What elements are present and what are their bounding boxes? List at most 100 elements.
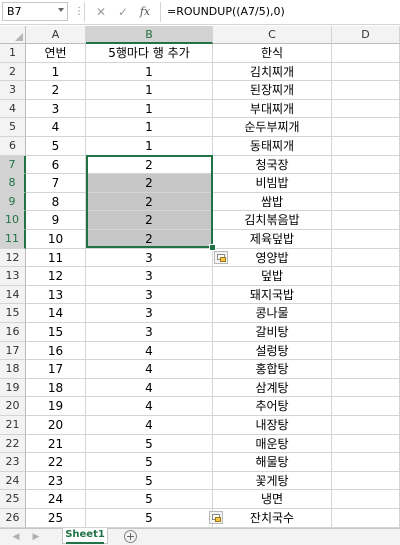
row-header[interactable]: 2 xyxy=(0,62,26,82)
cell-b[interactable]: 5 xyxy=(86,434,213,454)
cell-c[interactable]: 순두부찌개 xyxy=(213,118,332,137)
cell-c[interactable]: 한식 xyxy=(213,44,332,63)
row-header[interactable]: 24 xyxy=(0,471,26,491)
cell-c[interactable]: 김치볶음밥 xyxy=(213,211,332,230)
cell-a[interactable]: 3 xyxy=(26,99,86,119)
column-header-d[interactable]: D xyxy=(332,26,400,44)
cell-a[interactable]: 5 xyxy=(26,137,86,156)
cell-a[interactable]: 22 xyxy=(26,453,86,472)
row-header[interactable]: 4 xyxy=(0,99,26,119)
cell-a[interactable]: 9 xyxy=(26,211,86,230)
cell-c[interactable]: 영양밥 xyxy=(213,248,332,268)
cell-b[interactable]: 3 xyxy=(86,285,213,305)
row-header[interactable]: 6 xyxy=(0,137,26,156)
cell-d[interactable] xyxy=(332,267,400,286)
cell-a[interactable]: 17 xyxy=(26,360,86,379)
cell-c[interactable]: 돼지국밥 xyxy=(213,285,332,305)
cell-a[interactable]: 20 xyxy=(26,416,86,435)
cell-d[interactable] xyxy=(332,62,400,82)
cell-c[interactable]: 부대찌개 xyxy=(213,99,332,119)
cell-b[interactable]: 5 xyxy=(86,490,213,509)
cell-a[interactable]: 6 xyxy=(26,155,86,175)
row-header[interactable]: 17 xyxy=(0,341,26,361)
cell-b[interactable]: 1 xyxy=(86,137,213,156)
row-header[interactable]: 13 xyxy=(0,267,26,286)
row-header[interactable]: 7 xyxy=(0,155,26,175)
row-header[interactable]: 18 xyxy=(0,360,26,379)
row-header[interactable]: 15 xyxy=(0,304,26,323)
next-sheet-icon[interactable]: ▶ xyxy=(30,530,42,544)
cell-b[interactable]: 1 xyxy=(86,118,213,137)
cell-b[interactable]: 4 xyxy=(86,397,213,416)
add-sheet-icon[interactable]: + xyxy=(124,530,137,543)
cell-b[interactable]: 5 xyxy=(86,453,213,472)
formula-input[interactable]: =ROUNDUP((A7/5),0) xyxy=(160,2,398,22)
formula-bar-grip-icon[interactable]: ⋮ xyxy=(74,5,84,19)
cell-c[interactable]: 제육덮밥 xyxy=(213,230,332,249)
cell-c[interactable]: 덮밥 xyxy=(213,267,332,286)
insert-function-icon[interactable]: fx xyxy=(136,3,154,21)
name-box-dropdown-icon[interactable] xyxy=(58,8,64,12)
cell-c[interactable]: 삼계탕 xyxy=(213,378,332,398)
cell-c[interactable]: 홍합탕 xyxy=(213,360,332,379)
cell-a[interactable]: 4 xyxy=(26,118,86,137)
cell-a[interactable]: 18 xyxy=(26,378,86,398)
cell-a[interactable]: 23 xyxy=(26,471,86,491)
cell-d[interactable] xyxy=(332,248,400,268)
cell-a[interactable]: 2 xyxy=(26,81,86,100)
cell-d[interactable] xyxy=(332,434,400,454)
cell-d[interactable] xyxy=(332,137,400,156)
cell-d[interactable] xyxy=(332,304,400,323)
cell-b[interactable]: 4 xyxy=(86,378,213,398)
cell-a[interactable]: 25 xyxy=(26,509,86,528)
cell-c[interactable]: 꽃게탕 xyxy=(213,471,332,491)
cell-b[interactable]: 1 xyxy=(86,81,213,100)
cell-c[interactable]: 청국장 xyxy=(213,155,332,175)
row-header[interactable]: 21 xyxy=(0,416,26,435)
cell-d[interactable] xyxy=(332,155,400,175)
cell-d[interactable] xyxy=(332,81,400,100)
row-header[interactable]: 10 xyxy=(0,211,26,230)
cell-b[interactable]: 3 xyxy=(86,323,213,342)
cell-b[interactable]: 2 xyxy=(86,174,213,193)
paste-options-icon[interactable] xyxy=(209,511,223,524)
row-header[interactable]: 25 xyxy=(0,490,26,509)
cell-c[interactable]: 쌈밥 xyxy=(213,192,332,212)
column-header-a[interactable]: A xyxy=(26,26,86,44)
row-header[interactable]: 8 xyxy=(0,174,26,193)
cell-a[interactable]: 10 xyxy=(26,230,86,249)
cell-d[interactable] xyxy=(332,341,400,361)
cell-c[interactable]: 된장찌개 xyxy=(213,81,332,100)
quick-analysis-icon[interactable] xyxy=(214,251,228,264)
cell-a[interactable]: 1 xyxy=(26,62,86,82)
cell-d[interactable] xyxy=(332,174,400,193)
cell-b[interactable]: 3 xyxy=(86,304,213,323)
cell-b[interactable]: 1 xyxy=(86,99,213,119)
cell-a[interactable]: 13 xyxy=(26,285,86,305)
cell-a[interactable]: 8 xyxy=(26,192,86,212)
row-header[interactable]: 3 xyxy=(0,81,26,100)
cell-b[interactable]: 1 xyxy=(86,62,213,82)
cell-d[interactable] xyxy=(332,378,400,398)
row-header[interactable]: 23 xyxy=(0,453,26,472)
cell-a[interactable]: 16 xyxy=(26,341,86,361)
cell-b[interactable]: 2 xyxy=(86,211,213,230)
cell-a[interactable]: 15 xyxy=(26,323,86,342)
cell-b[interactable]: 2 xyxy=(86,192,213,212)
cell-c[interactable]: 해물탕 xyxy=(213,453,332,472)
cell-a[interactable]: 24 xyxy=(26,490,86,509)
cell-c[interactable]: 내장탕 xyxy=(213,416,332,435)
row-header[interactable]: 20 xyxy=(0,397,26,416)
cell-c[interactable]: 비빔밥 xyxy=(213,174,332,193)
cell-a[interactable]: 19 xyxy=(26,397,86,416)
cell-b[interactable]: 5 xyxy=(86,509,213,528)
row-header[interactable]: 19 xyxy=(0,378,26,398)
cell-c[interactable]: 갈비탕 xyxy=(213,323,332,342)
select-all-button[interactable] xyxy=(0,26,26,44)
cell-c[interactable]: 동태찌개 xyxy=(213,137,332,156)
cell-b[interactable]: 4 xyxy=(86,360,213,379)
cell-d[interactable] xyxy=(332,118,400,137)
cell-a[interactable]: 7 xyxy=(26,174,86,193)
cell-a[interactable]: 12 xyxy=(26,267,86,286)
prev-sheet-icon[interactable]: ◀ xyxy=(10,530,22,544)
